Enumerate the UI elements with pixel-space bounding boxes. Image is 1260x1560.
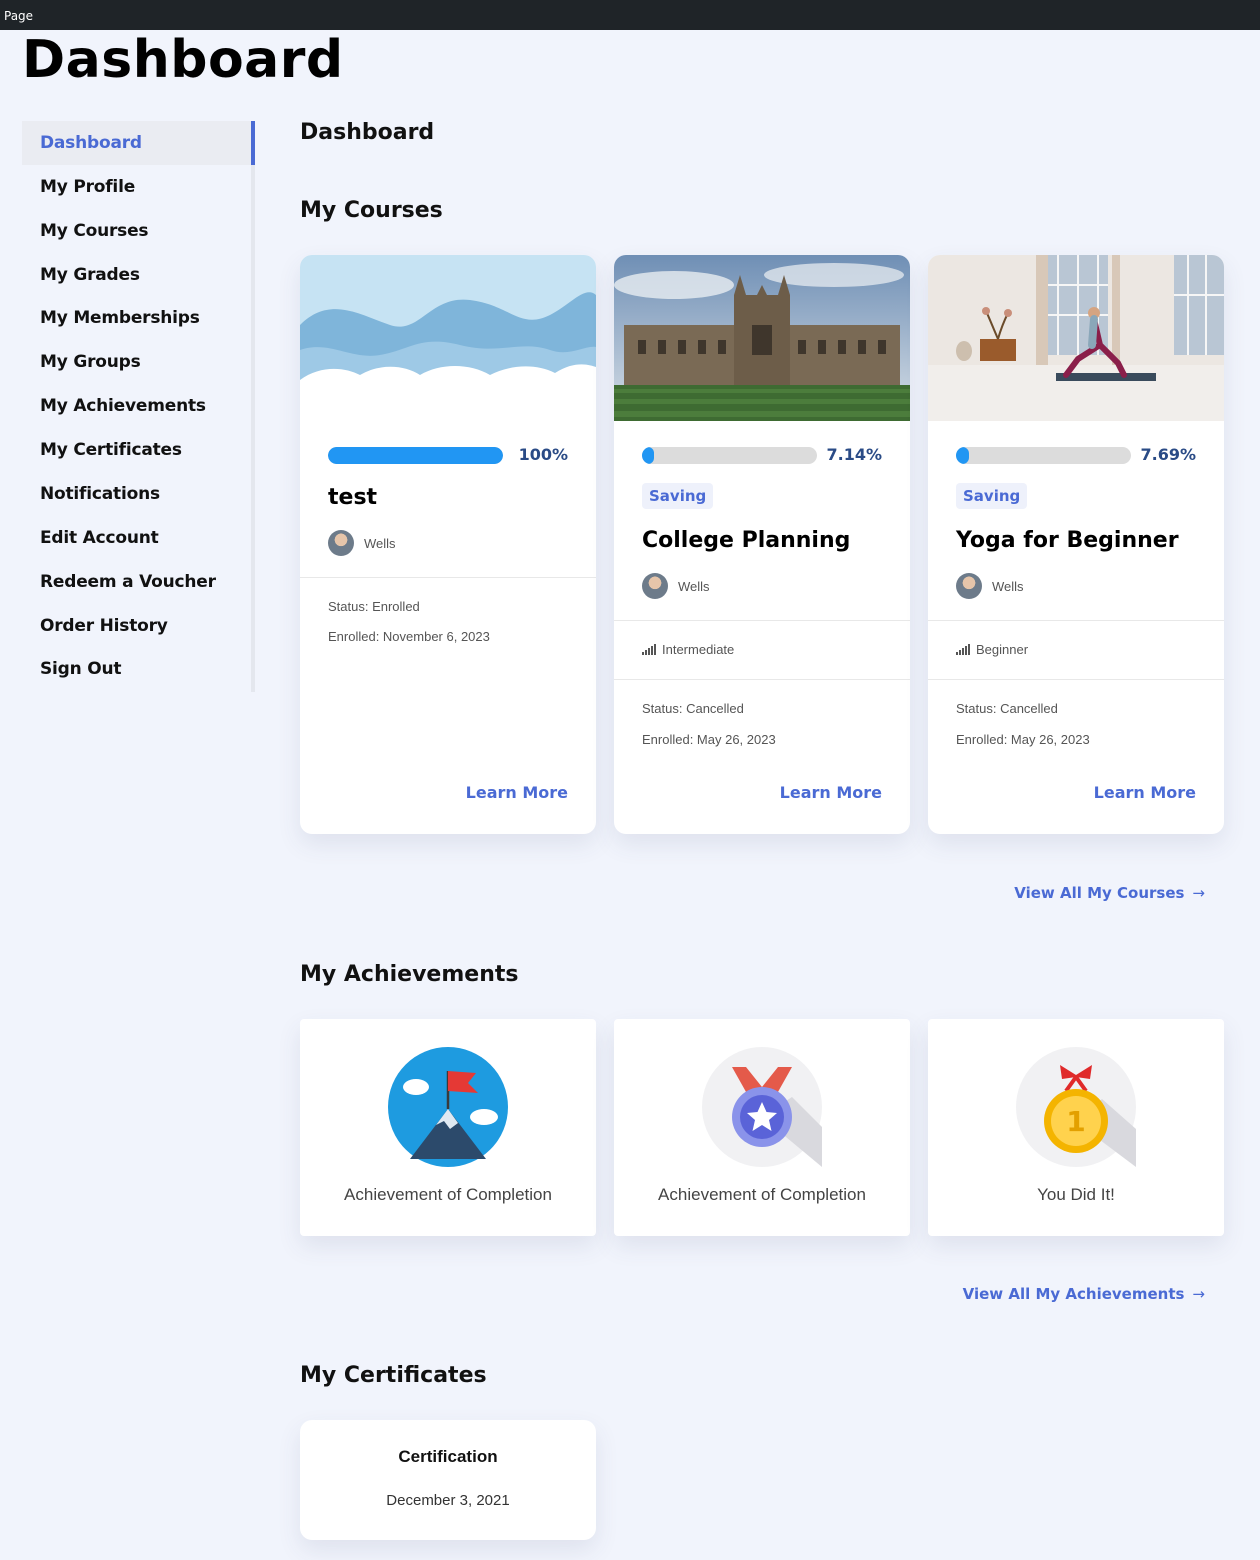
course-level-label: Intermediate: [662, 642, 735, 657]
course-author[interactable]: Wells: [328, 530, 396, 556]
course-progress-fill: [328, 447, 503, 464]
difficulty-bars-icon: [642, 644, 656, 655]
svg-text:1: 1: [1066, 1105, 1085, 1138]
achievement-card[interactable]: Achievement of Completion: [300, 1019, 596, 1236]
course-title[interactable]: test: [328, 485, 377, 510]
course-enrolled-date: Enrolled: May 26, 2023: [956, 732, 1090, 747]
achievement-label: Achievement of Completion: [344, 1185, 552, 1204]
course-enrolled-date: Enrolled: November 6, 2023: [328, 629, 490, 644]
sidebar-item-my-certificates[interactable]: My Certificates: [22, 428, 255, 472]
course-title[interactable]: Yoga for Beginner: [956, 528, 1179, 553]
divider: [614, 679, 910, 680]
sidebar-item-redeem-voucher[interactable]: Redeem a Voucher: [22, 560, 255, 604]
learn-more-link[interactable]: Learn More: [780, 783, 882, 802]
course-title[interactable]: College Planning: [642, 528, 850, 553]
course-progress-fill: [642, 447, 655, 464]
medal-star-icon: [702, 1047, 822, 1167]
author-avatar: [642, 573, 668, 599]
view-all-achievements-label: View All My Achievements: [962, 1285, 1185, 1303]
achievement-card[interactable]: Achievement of Completion: [614, 1019, 910, 1236]
certificate-card[interactable]: Certification December 3, 2021: [300, 1420, 596, 1540]
author-name: Wells: [678, 578, 710, 594]
course-card-college-planning[interactable]: 7.14% Saving College Planning Wells Inte…: [614, 255, 910, 834]
sidebar-item-order-history[interactable]: Order History: [22, 604, 255, 648]
section-heading-dashboard: Dashboard: [300, 120, 435, 145]
sidebar-item-sign-out[interactable]: Sign Out: [22, 647, 255, 691]
course-progress-percent: 7.14%: [826, 445, 882, 464]
page-title: Dashboard: [22, 30, 344, 90]
divider: [300, 577, 596, 578]
course-progress-bar: [642, 447, 817, 464]
course-image-college: [614, 255, 910, 421]
learn-more-link[interactable]: Learn More: [1094, 783, 1196, 802]
course-level-label: Beginner: [976, 642, 1029, 657]
achievement-label: Achievement of Completion: [658, 1185, 866, 1204]
section-heading-achievements: My Achievements: [300, 962, 519, 987]
course-progress-percent: 7.69%: [1140, 445, 1196, 464]
achievement-label: You Did It!: [1037, 1185, 1115, 1204]
author-name: Wells: [992, 578, 1024, 594]
sidebar-item-my-groups[interactable]: My Groups: [22, 340, 255, 384]
window-title: Page: [4, 9, 34, 23]
certificate-date: December 3, 2021: [386, 1492, 510, 1509]
course-image-clouds: [300, 255, 596, 421]
course-enrolled-date: Enrolled: May 26, 2023: [642, 732, 776, 747]
course-category-tag[interactable]: Saving: [642, 483, 714, 509]
view-all-courses-link[interactable]: View All My Courses →: [1014, 884, 1205, 902]
arrow-right-icon: →: [1192, 1285, 1205, 1303]
sidebar-item-edit-account[interactable]: Edit Account: [22, 516, 255, 560]
sidebar-nav: Dashboard My Profile My Courses My Grade…: [22, 121, 255, 692]
certificate-title: Certification: [398, 1447, 498, 1466]
course-progress-percent: 100%: [518, 445, 568, 464]
course-level: Beginner: [956, 642, 1028, 657]
author-avatar: [956, 573, 982, 599]
course-progress-fill: [956, 447, 970, 464]
course-card-test[interactable]: 100% test Wells Status: Enrolled Enrolle…: [300, 255, 596, 834]
course-author[interactable]: Wells: [956, 573, 1024, 599]
sidebar-item-my-profile[interactable]: My Profile: [22, 165, 255, 209]
course-status: Status: Cancelled: [956, 701, 1058, 716]
view-all-courses-label: View All My Courses: [1014, 884, 1185, 902]
course-level: Intermediate: [642, 642, 734, 657]
sidebar-item-dashboard[interactable]: Dashboard: [22, 121, 255, 165]
divider: [928, 620, 1224, 621]
sidebar-item-my-courses[interactable]: My Courses: [22, 209, 255, 253]
divider: [614, 620, 910, 621]
sidebar-item-notifications[interactable]: Notifications: [22, 472, 255, 516]
sidebar-item-my-achievements[interactable]: My Achievements: [22, 384, 255, 428]
course-author[interactable]: Wells: [642, 573, 710, 599]
sidebar-item-my-memberships[interactable]: My Memberships: [22, 296, 255, 340]
learn-more-link[interactable]: Learn More: [466, 783, 568, 802]
author-avatar: [328, 530, 354, 556]
achievement-card[interactable]: 1 You Did It!: [928, 1019, 1224, 1236]
view-all-achievements-link[interactable]: View All My Achievements →: [963, 1285, 1205, 1303]
arrow-right-icon: →: [1192, 884, 1205, 902]
divider: [928, 679, 1224, 680]
course-progress-bar: [956, 447, 1131, 464]
course-progress-bar: [328, 447, 503, 464]
gold-medal-icon: 1: [1016, 1047, 1136, 1167]
course-card-yoga[interactable]: 7.69% Saving Yoga for Beginner Wells Beg…: [928, 255, 1224, 834]
sidebar-item-my-grades[interactable]: My Grades: [22, 253, 255, 297]
mountain-flag-icon: [388, 1047, 508, 1167]
course-category-tag[interactable]: Saving: [956, 483, 1028, 509]
course-image-yoga: [928, 255, 1224, 421]
course-status: Status: Enrolled: [328, 599, 420, 614]
section-heading-courses: My Courses: [300, 198, 443, 223]
author-name: Wells: [364, 535, 396, 551]
difficulty-bars-icon: [956, 644, 970, 655]
course-status: Status: Cancelled: [642, 701, 744, 716]
window-titlebar: Page: [0, 0, 1260, 30]
section-heading-certificates: My Certificates: [300, 1363, 487, 1388]
